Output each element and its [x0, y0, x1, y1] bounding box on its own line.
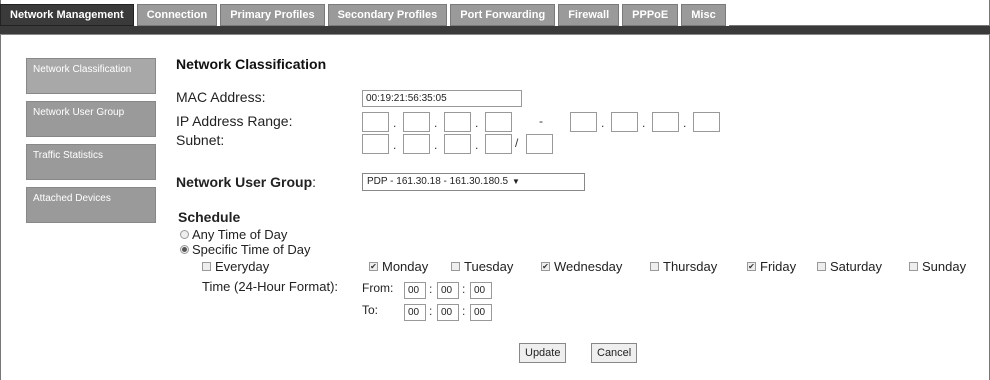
ip-dot: . [434, 116, 438, 130]
day-checkbox-monday[interactable]: ✔ Monday [369, 259, 428, 274]
ip-range-dash: - [539, 114, 543, 128]
any-time-radio[interactable]: Any Time of Day [180, 227, 287, 242]
day-checkbox-friday[interactable]: ✔ Friday [747, 259, 796, 274]
subnet-prefix-field[interactable] [526, 134, 553, 154]
tab-secondary-profiles[interactable]: Secondary Profiles [327, 4, 448, 26]
subnet-octet-1[interactable] [362, 134, 389, 154]
tab-bar: Network Management Connection Primary Pr… [0, 4, 990, 26]
ip-dot: . [683, 116, 687, 130]
time-separator: : [462, 282, 466, 296]
time-format-label: Time (24-Hour Format): [202, 279, 339, 294]
sidebar: Network Classification Network User Grou… [26, 58, 156, 230]
specific-time-radio[interactable]: Specific Time of Day [180, 242, 311, 257]
ip-end-octet-2[interactable] [611, 112, 638, 132]
subnet-label: Subnet: [176, 132, 225, 148]
subnet-octet-3[interactable] [444, 134, 471, 154]
to-label: To: [362, 303, 379, 317]
ip-dot: . [475, 138, 479, 152]
checkbox-unchecked-icon [202, 262, 211, 271]
time-separator: : [429, 282, 433, 296]
user-group-select[interactable]: PDP - 161.30.18 - 161.30.180.5 ▼ [362, 173, 585, 191]
mac-address-field[interactable]: 00:19:21:56:35:05 [362, 90, 522, 107]
chevron-down-icon: ▼ [512, 177, 520, 186]
section-title: Network Classification [176, 56, 327, 72]
ip-dot: . [434, 138, 438, 152]
tab-divider [0, 34, 990, 35]
tab-misc[interactable]: Misc [681, 4, 726, 26]
tab-pppoe[interactable]: PPPoE [622, 4, 679, 26]
tab-firewall[interactable]: Firewall [558, 4, 620, 26]
from-second-field[interactable]: 00 [470, 282, 492, 299]
update-button[interactable]: Update [519, 343, 567, 363]
ip-end-octet-4[interactable] [693, 112, 720, 132]
checkbox-unchecked-icon [650, 262, 659, 271]
time-separator: : [429, 304, 433, 318]
subnet-octet-4[interactable] [485, 134, 512, 154]
ip-dot: . [393, 138, 397, 152]
day-checkbox-wednesday[interactable]: ✔ Wednesday [541, 259, 622, 274]
checkbox-checked-icon: ✔ [747, 261, 756, 271]
subnet-slash: / [515, 136, 519, 150]
ip-dot: . [475, 116, 479, 130]
sidebar-item-attached-devices[interactable]: Attached Devices [26, 187, 156, 223]
ip-range-label: IP Address Range: [176, 113, 293, 129]
ip-dot: . [393, 116, 397, 130]
sidebar-item-traffic-statistics[interactable]: Traffic Statistics [26, 144, 156, 180]
checkbox-unchecked-icon [909, 262, 918, 271]
to-second-field[interactable]: 00 [470, 304, 492, 321]
everyday-checkbox[interactable]: Everyday [202, 259, 269, 274]
from-hour-field[interactable]: 00 [404, 282, 426, 299]
ip-end-octet-3[interactable] [652, 112, 679, 132]
tab-underline [0, 26, 990, 34]
tab-connection[interactable]: Connection [136, 4, 218, 26]
ip-start-octet-4[interactable] [485, 112, 512, 132]
day-checkbox-tuesday[interactable]: Tuesday [451, 259, 513, 274]
schedule-title: Schedule [178, 209, 241, 225]
ip-dot: . [642, 116, 646, 130]
checkbox-checked-icon: ✔ [541, 261, 550, 271]
mac-address-label: MAC Address: [176, 89, 266, 105]
ip-start-octet-1[interactable] [362, 112, 389, 132]
ip-dot: . [601, 116, 605, 130]
tab-bar-filler [728, 4, 990, 26]
checkbox-checked-icon: ✔ [369, 261, 378, 271]
sidebar-item-network-classification[interactable]: Network Classification [26, 58, 156, 94]
radio-off-icon [180, 230, 189, 239]
subnet-octet-2[interactable] [403, 134, 430, 154]
from-minute-field[interactable]: 00 [437, 282, 459, 299]
tab-network-management[interactable]: Network Management [0, 4, 134, 26]
cancel-button[interactable]: Cancel [591, 343, 638, 363]
tab-primary-profiles[interactable]: Primary Profiles [220, 4, 325, 26]
to-minute-field[interactable]: 00 [437, 304, 459, 321]
time-separator: : [462, 304, 466, 318]
user-group-label: Network User Group: [176, 174, 317, 190]
day-checkbox-saturday[interactable]: Saturday [817, 259, 882, 274]
checkbox-unchecked-icon [817, 262, 826, 271]
day-checkbox-sunday[interactable]: Sunday [909, 259, 966, 274]
from-label: From: [362, 281, 394, 295]
day-checkbox-thursday[interactable]: Thursday [650, 259, 717, 274]
radio-on-icon [180, 245, 189, 254]
ip-end-octet-1[interactable] [570, 112, 597, 132]
ip-start-octet-2[interactable] [403, 112, 430, 132]
ip-start-octet-3[interactable] [444, 112, 471, 132]
tab-port-forwarding[interactable]: Port Forwarding [450, 4, 556, 26]
checkbox-unchecked-icon [451, 262, 460, 271]
sidebar-item-network-user-group[interactable]: Network User Group [26, 101, 156, 137]
to-hour-field[interactable]: 00 [404, 304, 426, 321]
